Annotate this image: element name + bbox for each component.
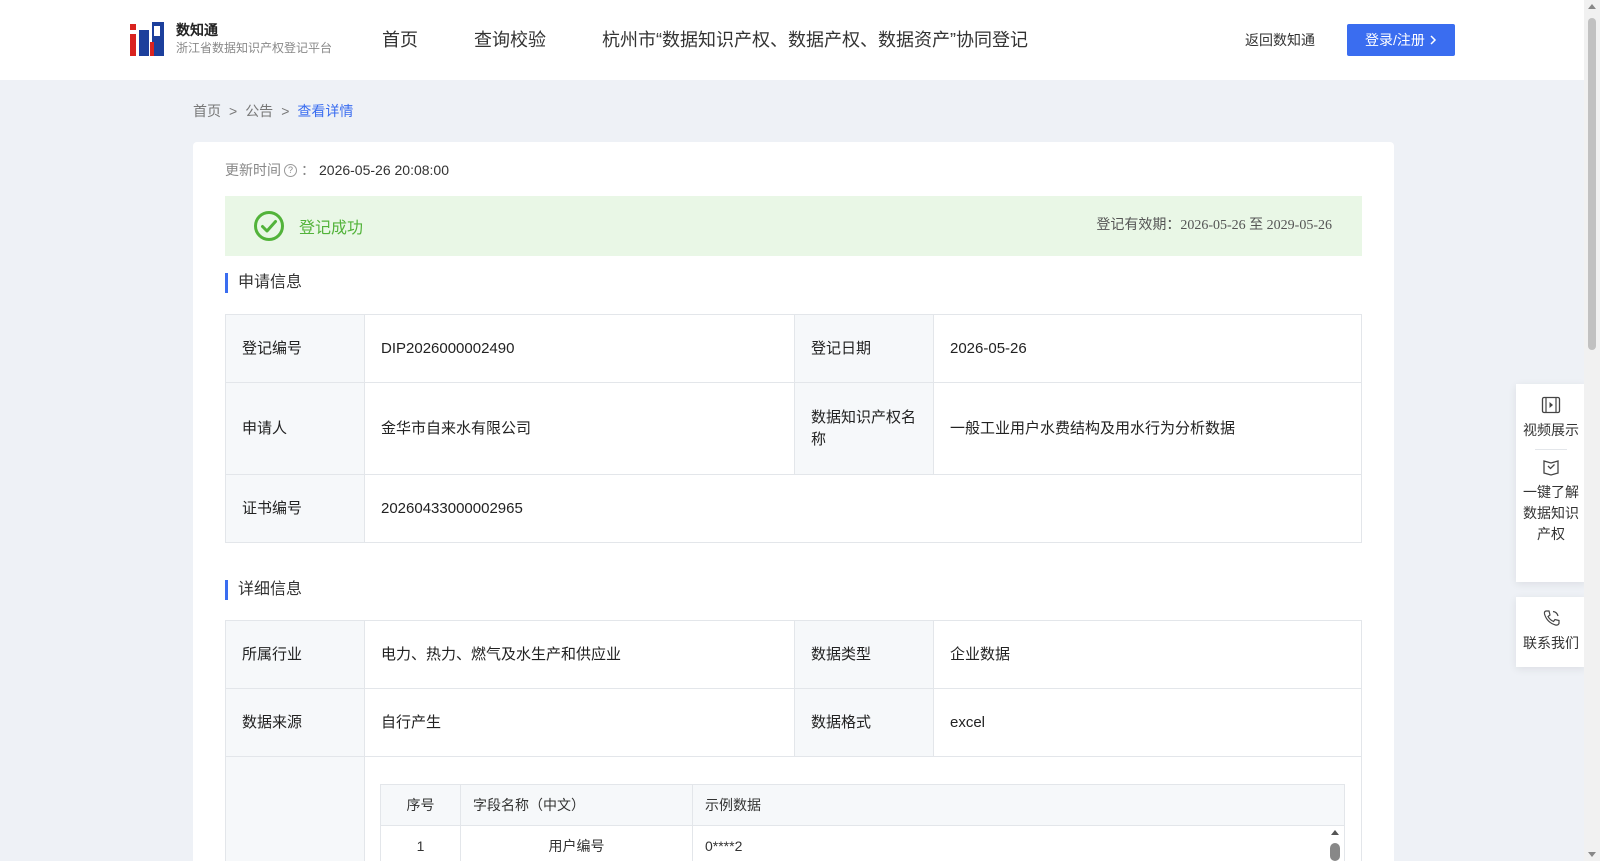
breadcrumb-home[interactable]: 首页 — [193, 103, 221, 119]
phone-icon — [1543, 610, 1560, 626]
contact-us-button[interactable]: 联系我们 — [1516, 609, 1586, 654]
cell-sample: 0****2 — [692, 825, 1345, 861]
video-showcase-button[interactable]: 视频展示 — [1516, 396, 1586, 441]
chevron-right-icon — [1430, 35, 1436, 45]
scroll-down-arrow-icon[interactable] — [1588, 852, 1596, 857]
side-float-panel: 视频展示 一键了解数据知识产权 — [1516, 384, 1586, 582]
contact-us-label: 联系我们 — [1523, 635, 1579, 651]
label-data-type: 数据类型 — [794, 620, 934, 689]
label-industry: 所属行业 — [225, 620, 365, 689]
fields-table: 序号 字段名称（中文） 示例数据 1 用户编号 0****2 — [380, 784, 1345, 861]
value-reg-no: DIP2026000002490 — [364, 314, 795, 383]
cell-field-name: 用户编号 — [460, 825, 693, 861]
logo-subtitle: 浙江省数据知识产权登记平台 — [176, 41, 333, 55]
learn-data-ip-button[interactable]: 一键了解数据知识产权 — [1516, 458, 1586, 545]
value-data-format: excel — [933, 688, 1362, 757]
login-register-button[interactable]: 登录/注册 — [1347, 24, 1455, 56]
question-icon[interactable]: ? — [284, 163, 297, 177]
update-time-value: 2026-05-26 20:08:00 — [319, 162, 449, 178]
value-ip-name: 一般工业用户水费结构及用水行为分析数据 — [933, 382, 1362, 475]
top-header: 数知通 浙江省数据知识产权登记平台 首页 查询校验 杭州市“数据知识产权、数据产… — [0, 0, 1584, 80]
detail-card: 更新时间 ? ： 2026-05-26 20:08:00 登记成功 登记有效期：… — [193, 142, 1394, 861]
inner-scroll-thumb[interactable] — [1330, 843, 1340, 861]
login-register-label: 登录/注册 — [1365, 32, 1425, 48]
breadcrumb-current: 查看详情 — [297, 103, 354, 119]
status-title: 登记成功 — [299, 220, 364, 237]
table-row: 证书编号 20260433000002965 — [225, 474, 1362, 543]
label-reg-date: 登记日期 — [794, 314, 934, 383]
logo[interactable]: 数知通 浙江省数据知识产权登记平台 — [130, 20, 332, 58]
table-row: 申请人 金华市自来水有限公司 数据知识产权名称 一般工业用户水费结构及用水行为分… — [225, 382, 1362, 475]
logo-mark-icon — [130, 20, 166, 58]
logo-title: 数知通 — [176, 22, 218, 38]
check-circle-icon — [254, 211, 284, 241]
value-reg-date: 2026-05-26 — [933, 314, 1362, 383]
section-title-application: 申请信息 — [225, 273, 302, 293]
page-scrollbar[interactable] — [1584, 0, 1600, 861]
fields-table-wrapper: 序号 字段名称（中文） 示例数据 1 用户编号 0****2 — [380, 784, 1345, 861]
scroll-thumb[interactable] — [1588, 18, 1596, 350]
table-row: 1 用户编号 0****2 — [380, 825, 1345, 861]
status-banner: 登记成功 登记有效期：2026-05-26 至 2029-05-26 — [225, 196, 1362, 256]
value-industry: 电力、热力、燃气及水生产和供应业 — [364, 620, 795, 689]
scroll-up-arrow-icon[interactable] — [1588, 4, 1596, 9]
video-showcase-label: 视频展示 — [1523, 422, 1579, 438]
inner-scroll-up-arrow[interactable] — [1331, 830, 1339, 835]
back-to-shuzhitong-link[interactable]: 返回数知通 — [1245, 30, 1315, 50]
cell-no: 1 — [380, 825, 461, 861]
label-ip-name: 数据知识产权名称 — [794, 382, 934, 475]
section-title-details: 详细信息 — [225, 580, 302, 600]
validity-period: 登记有效期：2026-05-26 至 2029-05-26 — [1096, 218, 1332, 233]
contact-float-panel: 联系我们 — [1516, 597, 1586, 667]
learn-data-ip-label: 一键了解数据知识产权 — [1523, 484, 1579, 542]
label-reg-no: 登记编号 — [225, 314, 365, 383]
book-icon — [1543, 460, 1559, 476]
col-field-name: 字段名称（中文） — [460, 784, 693, 826]
value-applicant: 金华市自来水有限公司 — [364, 382, 795, 475]
label-cert-no: 证书编号 — [225, 474, 365, 543]
table-row: 登记编号 DIP2026000002490 登记日期 2026-05-26 — [225, 314, 1362, 383]
value-data-type: 企业数据 — [933, 620, 1362, 689]
breadcrumb-notice[interactable]: 公告 — [245, 103, 273, 119]
nav-query-verify[interactable]: 查询校验 — [474, 26, 546, 54]
breadcrumb: 首页 > 公告 > 查看详情 — [193, 103, 354, 119]
value-data-source: 自行产生 — [364, 688, 795, 757]
table-row: 数据来源 自行产生 数据格式 excel — [225, 688, 1362, 757]
video-icon — [1541, 396, 1561, 414]
label-data-format: 数据格式 — [794, 688, 934, 757]
value-cert-no: 20260433000002965 — [364, 474, 1362, 543]
table-header-row: 序号 字段名称（中文） 示例数据 — [380, 784, 1345, 826]
nav-hangzhou-registration[interactable]: 杭州市“数据知识产权、数据产权、数据资产”协同登记 — [602, 26, 1028, 54]
nav-home[interactable]: 首页 — [382, 26, 418, 54]
col-sample: 示例数据 — [692, 784, 1345, 826]
label-data-source: 数据来源 — [225, 688, 365, 757]
update-time: 更新时间 ? ： 2026-05-26 20:08:00 — [225, 162, 449, 178]
label-applicant: 申请人 — [225, 382, 365, 475]
main-nav: 首页 查询校验 杭州市“数据知识产权、数据产权、数据资产”协同登记 — [382, 26, 1084, 54]
table-row: 所属行业 电力、热力、燃气及水生产和供应业 数据类型 企业数据 — [225, 620, 1362, 689]
update-time-label: 更新时间 — [225, 162, 281, 178]
col-no: 序号 — [380, 784, 461, 826]
application-info-table: 登记编号 DIP2026000002490 登记日期 2026-05-26 申请… — [225, 314, 1362, 543]
